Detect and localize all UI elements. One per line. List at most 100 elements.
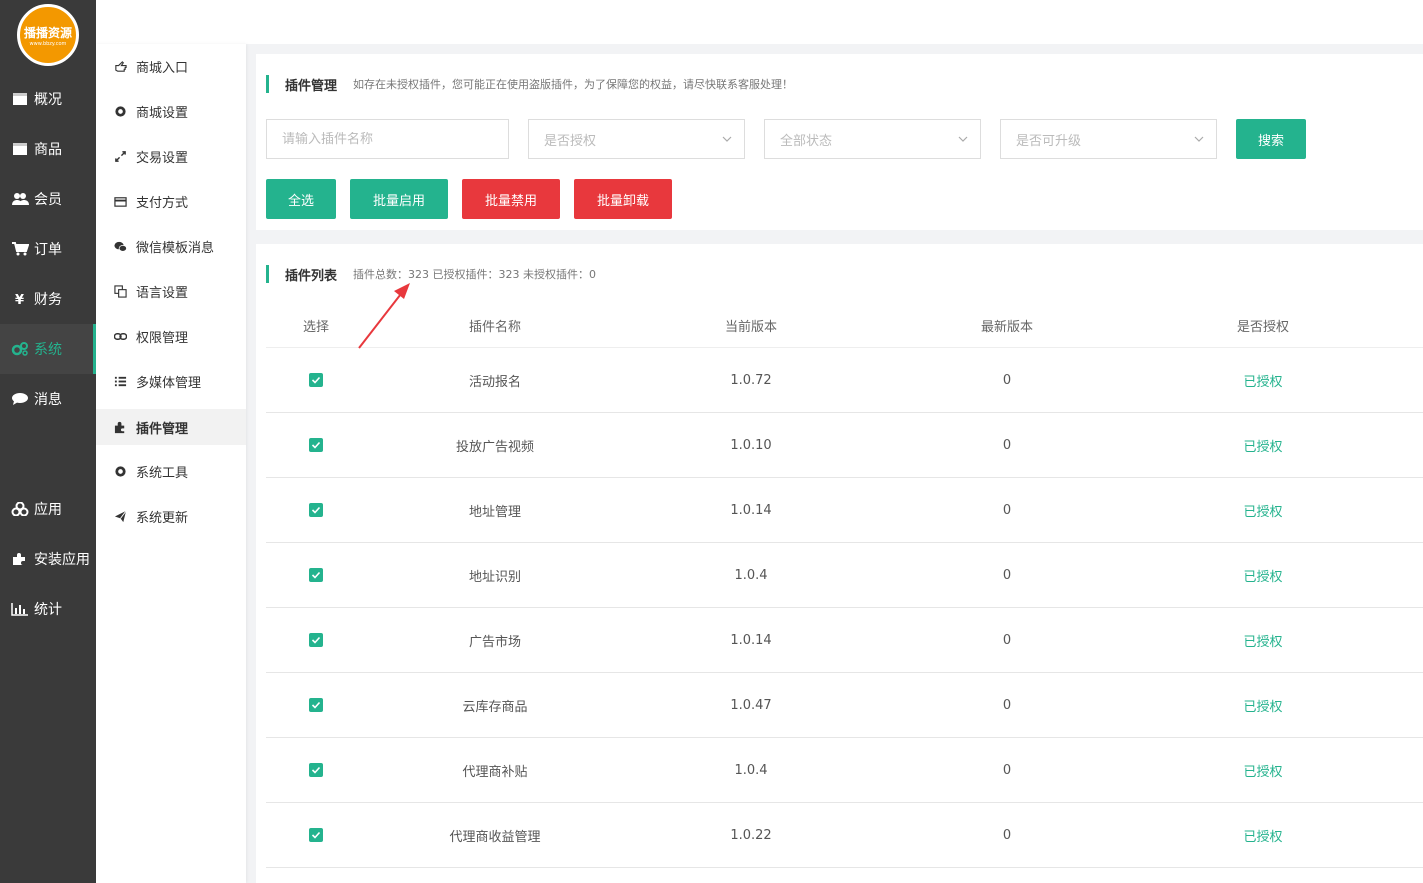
top-bar bbox=[96, 0, 1423, 44]
submenu-label: 商城入口 bbox=[136, 60, 189, 76]
nav-item-messages[interactable]: 消息 bbox=[0, 374, 96, 424]
check-icon bbox=[311, 636, 321, 644]
auth-status: 已授权 bbox=[1243, 829, 1283, 845]
logo[interactable]: 播播资源 www.bbzy.com bbox=[17, 4, 79, 66]
batch-enable-button[interactable]: 批量启用 bbox=[350, 179, 448, 219]
section-notice: 如存在未授权插件，您可能正在使用盗版插件，为了保障您的权益，请尽快联系客服处理！ bbox=[353, 78, 794, 91]
row-checkbox[interactable] bbox=[309, 373, 323, 387]
table-row: 地址识别 1.0.4 0 已授权 bbox=[266, 543, 1423, 608]
submenu-label: 系统工具 bbox=[136, 465, 189, 481]
submenu-label: 商城设置 bbox=[136, 105, 189, 121]
users-icon bbox=[11, 192, 29, 206]
row-checkbox[interactable] bbox=[309, 568, 323, 582]
status-select[interactable]: 全部状态 bbox=[764, 119, 981, 159]
upgrade-select[interactable]: 是否可升级 bbox=[1000, 119, 1217, 159]
plugin-summary: 插件总数：323 已授权插件：323 未授权插件：0 bbox=[353, 268, 596, 281]
plugin-name: 代理商补贴 bbox=[462, 764, 528, 780]
plugin-list-panel: 插件列表 插件总数：323 已授权插件：323 未授权插件：0 选择 插件名称 … bbox=[256, 244, 1423, 883]
auth-status: 已授权 bbox=[1243, 699, 1283, 715]
nav-label: 商品 bbox=[34, 142, 62, 158]
latest-version: 0 bbox=[1002, 827, 1012, 843]
submenu-item-mall-entry[interactable]: 商城入口 bbox=[96, 48, 246, 84]
submenu-label: 交易设置 bbox=[136, 150, 189, 166]
nav-item-goods[interactable]: 商品 bbox=[0, 124, 96, 174]
nav-item-statistics[interactable]: 统计 bbox=[0, 584, 96, 634]
plugin-name: 投放广告视频 bbox=[455, 439, 534, 455]
submenu-item-system-update[interactable]: 系统更新 bbox=[96, 498, 246, 534]
search-button[interactable]: 搜索 bbox=[1236, 119, 1306, 159]
nav-item-finance[interactable]: ¥ 财务 bbox=[0, 274, 96, 324]
section-title: 插件管理 bbox=[285, 78, 338, 94]
submenu-item-trade-settings[interactable]: 交易设置 bbox=[96, 138, 246, 174]
auth-status: 已授权 bbox=[1243, 374, 1283, 390]
cart-icon bbox=[11, 242, 30, 256]
nav-item-apps[interactable]: 应用 bbox=[0, 484, 96, 534]
check-icon bbox=[311, 571, 321, 579]
nav-item-install-apps[interactable]: 安装应用 bbox=[0, 534, 96, 584]
submenu-label: 系统更新 bbox=[136, 510, 189, 526]
submenu-item-language[interactable]: 语言设置 bbox=[96, 273, 246, 309]
check-icon bbox=[311, 766, 321, 774]
logo-text: 播播资源 bbox=[23, 25, 72, 40]
table-row: 代理商补贴 1.0.4 0 已授权 bbox=[266, 738, 1423, 803]
plugin-name: 代理商收益管理 bbox=[449, 829, 541, 845]
auth-status: 已授权 bbox=[1243, 439, 1283, 455]
nav-item-members[interactable]: 会员 bbox=[0, 174, 96, 224]
latest-version: 0 bbox=[1002, 567, 1012, 583]
status-select-value: 全部状态 bbox=[780, 133, 833, 149]
row-checkbox[interactable] bbox=[309, 438, 323, 452]
submenu-label: 微信模板消息 bbox=[136, 240, 215, 256]
goods-icon bbox=[11, 142, 29, 156]
batch-disable-button[interactable]: 批量禁用 bbox=[462, 179, 560, 219]
submenu-item-wechat-template[interactable]: 微信模板消息 bbox=[96, 228, 246, 264]
current-version: 1.0.4 bbox=[734, 567, 768, 583]
current-version: 1.0.22 bbox=[730, 827, 772, 843]
row-checkbox[interactable] bbox=[309, 503, 323, 517]
svg-text:¥: ¥ bbox=[15, 293, 24, 306]
apps-icon bbox=[11, 501, 29, 517]
row-checkbox[interactable] bbox=[309, 828, 323, 842]
gears-icon bbox=[11, 342, 29, 356]
submenu-item-system-tools[interactable]: 系统工具 bbox=[96, 453, 246, 489]
wechat-icon bbox=[113, 239, 127, 253]
latest-version: 0 bbox=[1002, 437, 1012, 453]
system-submenu: 商城入口 商城设置 交易设置 支付方式 微信模板消息 语言设置 权限管理 多媒体… bbox=[96, 44, 246, 883]
submenu-item-plugins[interactable]: 插件管理 bbox=[96, 409, 246, 445]
submenu-item-payment[interactable]: 支付方式 bbox=[96, 183, 246, 219]
section-title: 插件列表 bbox=[285, 268, 338, 284]
auth-select[interactable]: 是否授权 bbox=[528, 119, 745, 159]
chart-icon bbox=[11, 602, 29, 616]
row-checkbox[interactable] bbox=[309, 633, 323, 647]
table-row: 投放广告视频 1.0.10 0 已授权 bbox=[266, 413, 1423, 478]
row-checkbox[interactable] bbox=[309, 698, 323, 712]
submenu-label: 支付方式 bbox=[136, 195, 189, 211]
latest-version: 0 bbox=[1002, 502, 1012, 518]
current-version: 1.0.47 bbox=[730, 697, 772, 713]
batch-uninstall-button[interactable]: 批量卸载 bbox=[574, 179, 672, 219]
check-icon bbox=[311, 441, 321, 449]
submenu-item-mall-settings[interactable]: 商城设置 bbox=[96, 93, 246, 129]
submenu-item-media[interactable]: 多媒体管理 bbox=[96, 363, 246, 399]
table-header: 选择 插件名称 当前版本 最新版本 是否授权 bbox=[266, 304, 1423, 348]
row-checkbox[interactable] bbox=[309, 763, 323, 777]
col-select: 选择 bbox=[302, 320, 329, 335]
link-icon bbox=[113, 329, 127, 343]
main-sidebar: 播播资源 www.bbzy.com 概况 商品 会员 订单 ¥ 财务 系统 消息… bbox=[0, 0, 96, 883]
card-icon bbox=[113, 194, 127, 208]
auth-status: 已授权 bbox=[1243, 634, 1283, 650]
select-all-button[interactable]: 全选 bbox=[266, 179, 336, 219]
nav-item-orders[interactable]: 订单 bbox=[0, 224, 96, 274]
current-version: 1.0.10 bbox=[730, 437, 772, 453]
col-latest: 最新版本 bbox=[980, 320, 1033, 335]
nav-item-overview[interactable]: 概况 bbox=[0, 74, 96, 124]
auth-select-value: 是否授权 bbox=[544, 133, 597, 149]
plugin-manage-panel: 插件管理 如存在未授权插件，您可能正在使用盗版插件，为了保障您的权益，请尽快联系… bbox=[256, 54, 1423, 230]
submenu-label: 多媒体管理 bbox=[136, 375, 202, 391]
submenu-item-permissions[interactable]: 权限管理 bbox=[96, 318, 246, 354]
col-auth: 是否授权 bbox=[1236, 320, 1289, 335]
current-version: 1.0.72 bbox=[730, 372, 772, 388]
plugin-name-input[interactable] bbox=[282, 131, 508, 147]
nav-label: 统计 bbox=[34, 602, 62, 618]
nav-item-system[interactable]: 系统 bbox=[0, 324, 96, 374]
submenu-label: 语言设置 bbox=[136, 285, 189, 301]
